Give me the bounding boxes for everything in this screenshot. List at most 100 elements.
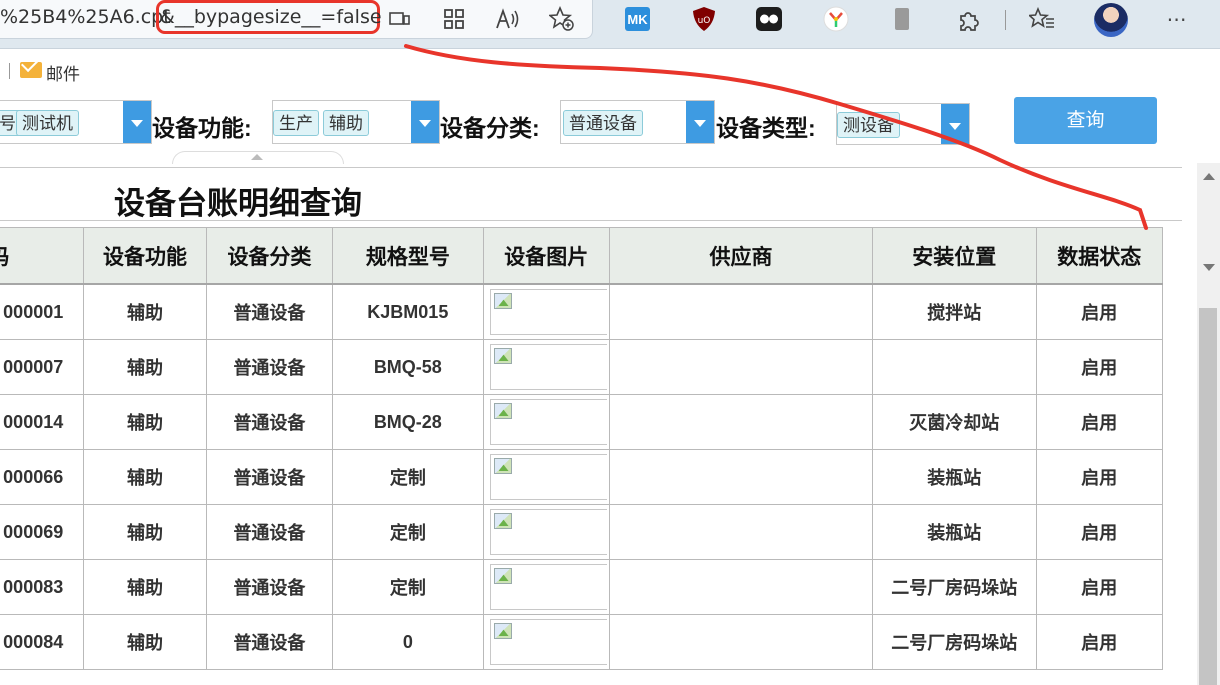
category-combo[interactable]: 普通设备 <box>560 100 715 144</box>
broken-image-icon[interactable] <box>489 564 607 610</box>
toolbar-divider <box>1005 10 1006 30</box>
cell-supplier <box>608 504 874 560</box>
table-row: 000069 辅助 普通设备 定制 装瓶站 启用 <box>0 504 1164 560</box>
cell-category: 普通设备 <box>205 339 334 395</box>
equipment-dropdown-arrow[interactable] <box>123 101 151 143</box>
read-aloud-icon[interactable] <box>494 7 522 31</box>
report-title: 设备台账明细查询 <box>114 186 362 221</box>
scroll-down-arrow-icon[interactable] <box>1203 264 1215 271</box>
cell-category: 普通设备 <box>205 449 334 505</box>
function-tag-production[interactable]: 生产 <box>273 110 319 136</box>
broken-image-icon[interactable] <box>489 619 607 665</box>
favorite-mail-link[interactable]: 邮件 <box>46 60 80 85</box>
svg-text:uO: uO <box>698 16 711 26</box>
cell-category: 普通设备 <box>205 283 334 340</box>
cell-image[interactable] <box>482 339 610 395</box>
extensions-puzzle-icon[interactable] <box>955 6 983 34</box>
ublock-origin-icon[interactable]: uO <box>692 6 716 32</box>
favorites-separator <box>9 63 10 79</box>
collapse-filter-toggle[interactable] <box>172 151 344 164</box>
cell-code: 000001 <box>0 283 85 340</box>
cell-location: 装瓶站 <box>872 449 1037 505</box>
favorites-icon[interactable] <box>1028 6 1056 32</box>
col-header-location: 安装位置 <box>872 227 1037 285</box>
cell-status: 启用 <box>1035 394 1164 450</box>
category-tag-normal[interactable]: 普通设备 <box>563 110 643 136</box>
col-header-model: 规格型号 <box>332 227 484 285</box>
table-row: 000084 辅助 普通设备 0 二号厂房码垛站 启用 <box>0 614 1164 670</box>
url-text-highlighted[interactable]: &__bypagesize__=false <box>160 6 382 28</box>
broken-image-icon[interactable] <box>489 399 607 445</box>
type-combo[interactable]: 测设备 <box>836 103 970 145</box>
mail-icon[interactable] <box>20 62 42 78</box>
profile-avatar[interactable] <box>1094 3 1128 37</box>
broken-image-icon[interactable] <box>489 289 607 335</box>
table-row: 000014 辅助 普通设备 BMQ-28 灭菌冷却站 启用 <box>0 394 1164 450</box>
add-favorite-icon[interactable] <box>548 6 576 32</box>
function-combo[interactable]: 生产 辅助 <box>272 100 440 144</box>
equipment-combo[interactable]: 号 测试机 <box>0 100 152 144</box>
cell-supplier <box>608 283 874 340</box>
broken-image-icon[interactable] <box>489 454 607 500</box>
col-header-supplier: 供应商 <box>608 227 874 285</box>
immersive-reader-icon[interactable] <box>388 8 412 30</box>
extension-mk-icon[interactable]: MK <box>625 7 650 31</box>
col-header-category: 设备分类 <box>205 227 334 285</box>
address-bar[interactable]: %25B4%25A6.cpt &__bypagesize__=false <box>0 0 593 39</box>
cell-function: 辅助 <box>83 449 207 505</box>
cell-image[interactable] <box>482 449 610 505</box>
broken-image-icon[interactable] <box>489 509 607 555</box>
function-dropdown-arrow[interactable] <box>411 101 439 143</box>
cell-image[interactable] <box>482 394 610 450</box>
table-header-row: 码 设备功能 设备分类 规格型号 设备图片 供应商 安装位置 数据状态 <box>0 227 1164 285</box>
cell-code: 000069 <box>0 504 85 560</box>
scrollbar-thumb[interactable] <box>1199 308 1217 685</box>
type-dropdown-arrow[interactable] <box>941 104 969 144</box>
cell-location: 装瓶站 <box>872 504 1037 560</box>
cell-code: 000066 <box>0 449 85 505</box>
cell-function: 辅助 <box>83 504 207 560</box>
cell-category: 普通设备 <box>205 504 334 560</box>
table-row: 000001 辅助 普通设备 KJBM015 搅拌站 启用 <box>0 283 1164 340</box>
cell-image[interactable] <box>482 614 610 670</box>
cell-image[interactable] <box>482 283 610 340</box>
cell-model: BMQ-58 <box>332 339 484 395</box>
table-row: 000066 辅助 普通设备 定制 装瓶站 启用 <box>0 449 1164 505</box>
tampermonkey-icon[interactable] <box>756 7 782 31</box>
col-header-function: 设备功能 <box>83 227 207 285</box>
favorites-bar <box>0 49 1220 89</box>
type-tag-test-equipment[interactable]: 测设备 <box>837 112 900 138</box>
cell-supplier <box>608 449 874 505</box>
cell-status: 启用 <box>1035 559 1164 615</box>
cell-code: 000084 <box>0 614 85 670</box>
cell-code: 000007 <box>0 339 85 395</box>
url-text-prefix[interactable]: %25B4%25A6.cpt <box>0 6 171 28</box>
cell-function: 辅助 <box>83 559 207 615</box>
broken-image-icon[interactable] <box>489 344 607 390</box>
col-header-image: 设备图片 <box>482 227 610 285</box>
cell-status: 启用 <box>1035 339 1164 395</box>
cell-model: 定制 <box>332 504 484 560</box>
function-tag-auxiliary[interactable]: 辅助 <box>323 110 369 136</box>
vertical-scrollbar[interactable] <box>1197 163 1220 685</box>
app-grid-icon[interactable] <box>442 7 466 31</box>
cell-model: 定制 <box>332 559 484 615</box>
filter-tag-test-machine[interactable]: 测试机 <box>16 110 79 136</box>
cell-category: 普通设备 <box>205 559 334 615</box>
cell-location: 二号厂房码垛站 <box>872 614 1037 670</box>
more-menu-icon[interactable]: ⋯ <box>1164 8 1190 31</box>
extension-gray-icon[interactable] <box>892 6 912 32</box>
cell-supplier <box>608 339 874 395</box>
scroll-up-arrow-icon[interactable] <box>1203 173 1215 180</box>
table-row: 000083 辅助 普通设备 定制 二号厂房码垛站 启用 <box>0 559 1164 615</box>
cell-image[interactable] <box>482 559 610 615</box>
query-button[interactable]: 查询 <box>1014 97 1157 144</box>
cell-image[interactable] <box>482 504 610 560</box>
category-label: 设备分类: <box>440 115 540 141</box>
cell-location: 搅拌站 <box>872 283 1037 340</box>
category-dropdown-arrow[interactable] <box>686 101 714 143</box>
function-label: 设备功能: <box>152 115 252 141</box>
report-top-border <box>0 167 1182 168</box>
cell-location <box>872 339 1037 395</box>
extension-y-icon[interactable] <box>823 6 849 32</box>
